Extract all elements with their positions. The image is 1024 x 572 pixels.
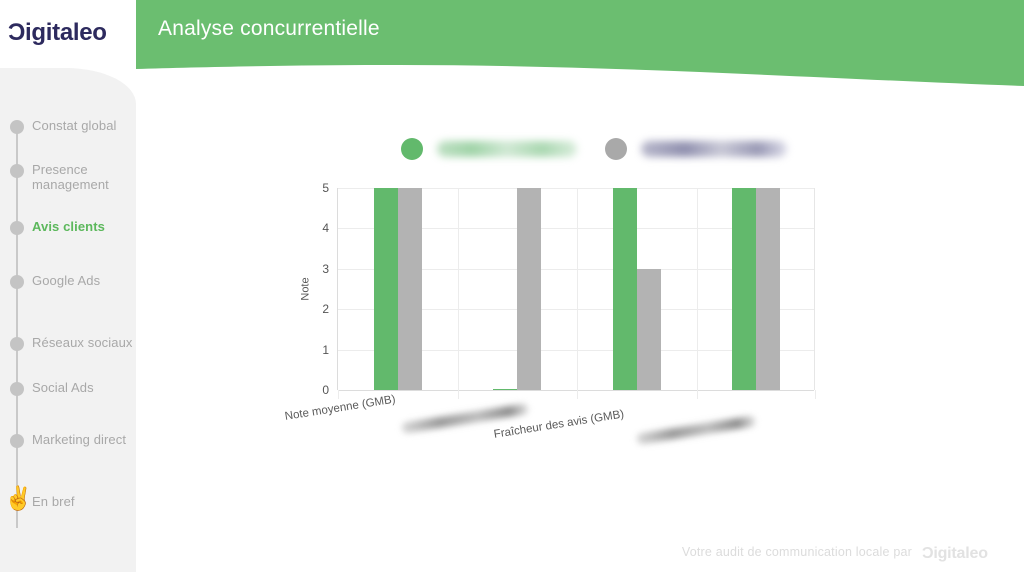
x-tick-mark (577, 390, 578, 399)
dot-icon (10, 434, 24, 448)
sidebar-item-marketing-direct[interactable]: Marketing direct (0, 432, 136, 452)
svg-text:Ɔigitaleo: Ɔigitaleo (922, 545, 988, 562)
bar-group-3 (577, 188, 697, 390)
legend-swatch-icon (605, 138, 627, 160)
bar-series2-cat1[interactable] (397, 188, 422, 390)
x-tick-mark (815, 390, 816, 399)
x-tick-mark (338, 390, 339, 399)
y-tick-label: 5 (322, 181, 329, 195)
chart-legend (401, 138, 787, 160)
header-shape (136, 0, 1024, 86)
sidebar-item-en-bref[interactable]: ✌️ En bref (0, 487, 136, 514)
bar-series1-cat2[interactable] (493, 389, 518, 390)
bar-series1-cat4[interactable] (732, 188, 757, 390)
sidebar-item-label: Constat global (32, 118, 117, 133)
dot-icon (10, 221, 24, 235)
y-tick-label: 2 (322, 302, 329, 317)
x-axis-ticks (338, 390, 816, 399)
sidebar-item-label: Google Ads (32, 273, 101, 288)
y-tick-label: 0 (322, 383, 329, 397)
sidebar-item-label: En bref (32, 494, 75, 509)
slide-root: Analyse concurrentielle Ɔigitaleo Consta… (0, 0, 1024, 572)
bar-series1-cat1[interactable] (373, 188, 398, 390)
y-tick-label: 3 (322, 261, 329, 276)
x-tick-mark (696, 390, 698, 399)
legend-label-redacted (437, 141, 577, 157)
y-axis-label: Note (299, 277, 312, 301)
plot-area: Note 5 4 3 2 1 0 (300, 181, 817, 399)
dot-icon (10, 337, 24, 351)
bar-series2-cat3[interactable] (636, 268, 661, 390)
page-footer: Votre audit de communication locale par … (682, 542, 1006, 562)
bar-group-2 (458, 188, 578, 390)
sidebar-item-label: Avis clients (32, 219, 105, 234)
sidebar-item-label: Réseaux sociaux (32, 335, 133, 350)
sidebar-item-presence-management[interactable]: Presence management (0, 162, 136, 192)
sidebar: Ɔigitaleo Constat global Presence manage… (0, 0, 136, 572)
page-header: Analyse concurrentielle (0, 0, 1024, 96)
digitaleo-logo-icon: Ɔigitaleo (8, 19, 107, 46)
legend-item-series-2[interactable] (605, 138, 787, 160)
sidebar-item-label: Presence management (32, 162, 109, 192)
legend-swatch-icon (401, 138, 423, 160)
bar-series2-cat2[interactable] (517, 188, 542, 390)
chart-container: Note 5 4 3 2 1 0 Note moyenne (GMB) Fraî… (136, 96, 1024, 572)
sidebar-item-social-ads[interactable]: Social Ads (0, 380, 136, 400)
footer-text: Votre audit de communication locale par (681, 545, 912, 559)
bar-series1-cat3[interactable] (612, 188, 637, 390)
sidebar-item-avis-clients[interactable]: Avis clients (0, 219, 136, 239)
page-title: Analyse concurrentielle (158, 17, 380, 40)
sidebar-item-reseaux-sociaux[interactable]: Réseaux sociaux (0, 335, 136, 355)
dot-icon (10, 120, 24, 134)
dot-icon (10, 382, 24, 396)
digitaleo-logo-icon: Ɔigitaleo (922, 545, 988, 562)
legend-label-redacted (641, 141, 787, 157)
sidebar-nav: Constat global Presence management Avis … (0, 118, 136, 528)
legend-item-series-1[interactable] (401, 138, 577, 160)
bar-series2-cat4[interactable] (756, 188, 781, 390)
sidebar-item-google-ads[interactable]: Google Ads (0, 273, 136, 293)
sidebar-item-constat-global[interactable]: Constat global (0, 118, 136, 138)
svg-text:Ɔigitaleo: Ɔigitaleo (8, 19, 107, 46)
bar-group-4 (697, 188, 817, 390)
y-tick-label: 4 (322, 221, 329, 236)
brand-logo[interactable]: Ɔigitaleo (8, 16, 134, 48)
x-label-category-4-redacted (636, 415, 757, 445)
y-tick-label: 1 (322, 342, 329, 357)
sidebar-item-label: Marketing direct (32, 432, 127, 447)
sidebar-item-label: Social Ads (32, 380, 94, 395)
bar-group-1 (338, 188, 458, 390)
x-tick-mark (457, 390, 459, 399)
dot-icon (10, 164, 24, 178)
dot-icon (10, 275, 24, 289)
footer-logo[interactable]: Ɔigitaleo (922, 542, 1006, 562)
victory-hand-emoji-icon: ✌️ (4, 485, 33, 511)
